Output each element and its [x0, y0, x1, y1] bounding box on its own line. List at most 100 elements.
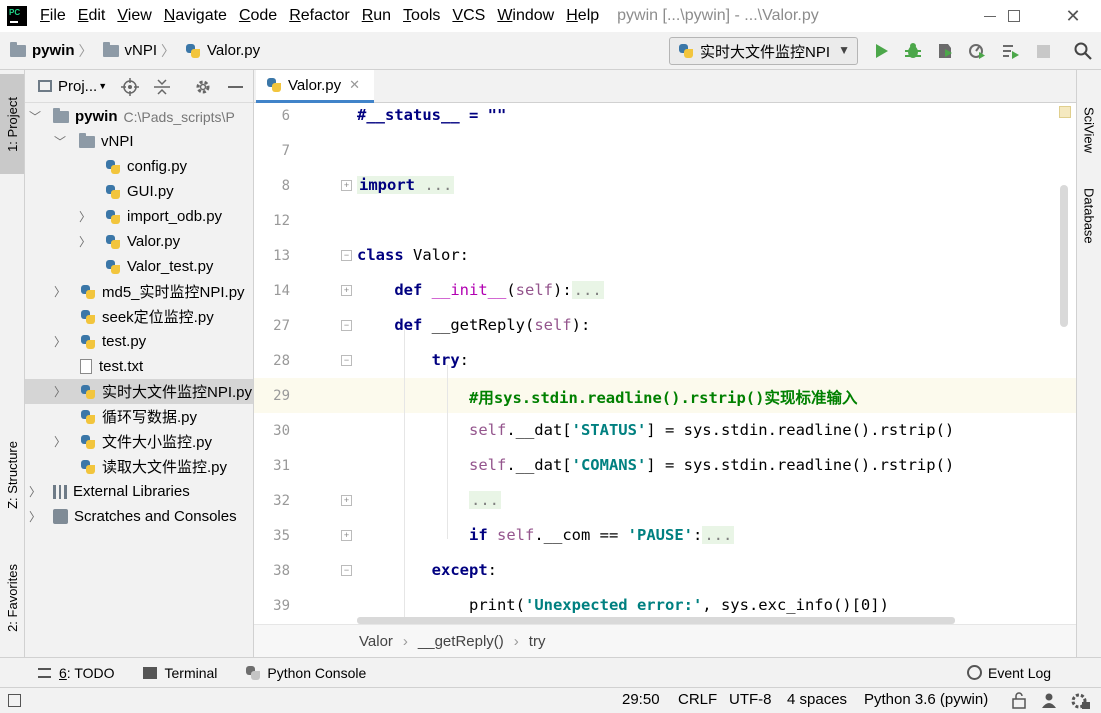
tool-tab-terminal[interactable]: Terminal [142, 665, 217, 681]
vertical-scrollbar[interactable] [1060, 185, 1068, 327]
tree-item-vnpi[interactable]: ﹀ vNPI [25, 129, 253, 154]
fold-collapse-icon[interactable]: − [341, 355, 352, 366]
locate-file-icon[interactable] [121, 78, 139, 96]
code-line-31[interactable]: self.__dat['COMANS'] = sys.stdin.readlin… [357, 456, 954, 474]
code-line-38[interactable]: except: [357, 561, 497, 579]
tree-item-test-py[interactable]: 〉 test.py [25, 329, 253, 354]
caret-position[interactable]: 29:50 [622, 691, 660, 708]
fold-expand-icon[interactable]: + [341, 495, 352, 506]
code-line-6[interactable]: #__status__ = "" [357, 106, 506, 124]
analysis-status-icon[interactable] [1059, 106, 1071, 118]
collapse-all-icon[interactable] [153, 78, 171, 96]
editor-tab-valor[interactable]: Valor.py ✕ [256, 70, 374, 103]
inspector-person-icon[interactable] [1041, 692, 1057, 709]
tool-tab-event-log[interactable]: Event Log [967, 665, 1051, 681]
tree-item-realtime-monitor[interactable]: 〉 实时大文件监控NPI.py [25, 379, 253, 404]
fold-expand-icon[interactable]: + [341, 180, 352, 191]
breadcrumb-file[interactable]: Valor.py [185, 42, 260, 59]
tree-root-pywin[interactable]: ﹀ pywin C:\Pads_scripts\P [25, 104, 253, 129]
tool-tab-python-console[interactable]: Python Console [245, 665, 366, 681]
fold-expand-icon[interactable]: + [341, 530, 352, 541]
fold-collapse-icon[interactable]: − [341, 250, 352, 261]
run-concurrency-button[interactable] [1000, 40, 1022, 62]
code-fold-placeholder[interactable]: ... [571, 281, 604, 299]
code-line-8[interactable]: import ... [357, 176, 455, 194]
code-fold-placeholder[interactable]: ... [424, 176, 452, 194]
maximize-button[interactable] [991, 0, 1037, 32]
breadcrumb-class[interactable]: Valor [359, 633, 393, 650]
tree-item-config[interactable]: config.py [25, 154, 253, 179]
menu-navigate[interactable]: Navigate [164, 7, 227, 25]
horizontal-scrollbar[interactable] [357, 617, 955, 624]
run-with-coverage-button[interactable] [934, 40, 956, 62]
code-line-30[interactable]: self.__dat['STATUS'] = sys.stdin.readlin… [357, 421, 954, 439]
lock-icon[interactable] [1011, 692, 1027, 709]
tree-item-scratches[interactable]: 〉 Scratches and Consoles [25, 504, 253, 529]
code-line-13[interactable]: class Valor: [357, 246, 469, 264]
run-button[interactable] [870, 40, 892, 62]
python-interpreter[interactable]: Python 3.6 (pywin) [864, 691, 988, 708]
code-line-32[interactable]: ... [357, 491, 501, 509]
search-everywhere-button[interactable] [1072, 40, 1094, 62]
code-fold-placeholder[interactable]: ... [702, 526, 735, 544]
chevron-right-icon: 〉 [54, 285, 67, 299]
tree-item-seek[interactable]: seek定位监控.py [25, 304, 253, 329]
stop-button[interactable] [1032, 40, 1054, 62]
run-configuration-select[interactable]: 实时大文件监控NPI ▼ [669, 37, 858, 65]
menu-vcs[interactable]: VCS [452, 7, 485, 25]
tool-tab-project[interactable]: 1: Project [0, 74, 24, 174]
tree-item-test-txt[interactable]: test.txt [25, 354, 253, 379]
close-button[interactable]: ✕ [1050, 0, 1096, 32]
code-line-35[interactable]: if self.__com == 'PAUSE':... [357, 526, 735, 544]
line-separator[interactable]: CRLF [678, 691, 717, 708]
fold-collapse-icon[interactable]: − [341, 565, 352, 576]
code-line-39[interactable]: print('Unexpected error:', sys.exc_info(… [357, 596, 889, 614]
indent-setting[interactable]: 4 spaces [787, 691, 847, 708]
code-line-28[interactable]: try: [357, 351, 469, 369]
code-fold-placeholder[interactable]: ... [468, 491, 501, 509]
tool-tab-favorites[interactable]: 2: Favorites [0, 548, 24, 648]
breadcrumb-method[interactable]: __getReply() [418, 633, 504, 650]
menu-tools[interactable]: Tools [403, 7, 440, 25]
tree-item-loop-write[interactable]: 循环写数据.py [25, 404, 253, 429]
code-line-27[interactable]: def __getReply(self): [357, 316, 590, 334]
breadcrumb-folder[interactable]: vNPI 〉 [102, 41, 180, 61]
fold-collapse-icon[interactable]: − [341, 320, 352, 331]
menu-refactor[interactable]: Refactor [289, 7, 349, 25]
gear-icon[interactable] [194, 78, 212, 96]
maximize-icon [1008, 10, 1020, 22]
code-line-14[interactable]: def __init__(self):... [357, 281, 604, 299]
tree-item-external-libraries[interactable]: 〉 External Libraries [25, 479, 253, 504]
file-encoding[interactable]: UTF-8 [729, 691, 772, 708]
code-line-29[interactable]: #用sys.stdin.readline().rstrip()实现标准输入 [357, 386, 857, 408]
menu-file[interactable]: File [40, 7, 66, 25]
close-tab-icon[interactable]: ✕ [349, 77, 360, 93]
tree-item-read-bigfile[interactable]: 读取大文件监控.py [25, 454, 253, 479]
tree-item-import-odb[interactable]: 〉 import_odb.py [25, 204, 253, 229]
menu-help[interactable]: Help [566, 7, 599, 25]
tree-item-valor[interactable]: 〉 Valor.py [25, 229, 253, 254]
tool-tab-database[interactable]: Database [1077, 176, 1101, 256]
menu-run[interactable]: Run [362, 7, 391, 25]
tree-item-gui[interactable]: GUI.py [25, 179, 253, 204]
tool-tab-todo[interactable]: 6: TODO [38, 665, 115, 681]
menu-edit[interactable]: Edit [78, 7, 106, 25]
debug-button[interactable] [902, 40, 924, 62]
profile-button[interactable] [966, 40, 988, 62]
memory-settings-icon[interactable] [1070, 692, 1090, 710]
breadcrumb-project[interactable]: pywin 〉 [10, 41, 97, 61]
menu-view[interactable]: View [117, 7, 151, 25]
hide-panel-icon[interactable] [228, 86, 243, 88]
menu-window[interactable]: Window [497, 7, 554, 25]
project-view-selector[interactable]: Proj... [58, 78, 97, 95]
toggle-tool-windows-icon[interactable] [8, 694, 21, 707]
fold-expand-icon[interactable]: + [341, 285, 352, 296]
code-editor: Valor.py ✕ 6 7 8 12 13 14 27 28 29 30 31… [254, 70, 1076, 657]
tree-item-valor-test[interactable]: Valor_test.py [25, 254, 253, 279]
tree-item-md5[interactable]: 〉 md5_实时监控NPI.py [25, 279, 253, 304]
tree-item-filesize-monitor[interactable]: 〉 文件大小监控.py [25, 429, 253, 454]
tool-tab-structure[interactable]: Z: Structure [0, 425, 24, 525]
tool-tab-sciview[interactable]: SciView [1077, 100, 1101, 160]
menu-code[interactable]: Code [239, 7, 277, 25]
breadcrumb-block[interactable]: try [529, 633, 546, 650]
